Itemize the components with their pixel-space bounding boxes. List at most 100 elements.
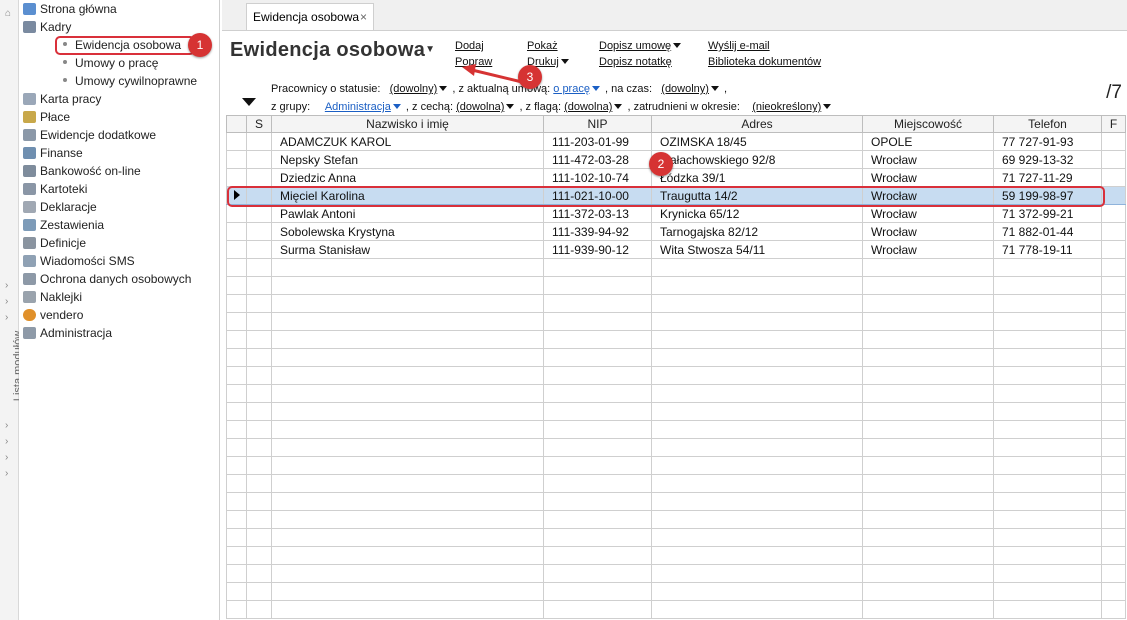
- cell-f[interactable]: [1101, 204, 1126, 223]
- cell-phone[interactable]: 77 727-91-93: [993, 132, 1102, 151]
- cell-nip[interactable]: 111-203-01-99: [543, 132, 652, 151]
- row-indicator[interactable]: [226, 150, 247, 169]
- sidebar-item-naklejki[interactable]: Naklejki: [19, 288, 82, 306]
- tab-ewidencja-osobowa[interactable]: Ewidencja osobowa ×: [246, 3, 374, 30]
- sidebar-item-strona-glowna[interactable]: Strona główna: [19, 0, 117, 18]
- sidebar-item-place[interactable]: Płace: [19, 108, 70, 126]
- cell-nip[interactable]: 111-472-03-28: [543, 150, 652, 169]
- sidebar-item-vendero[interactable]: vendero: [19, 306, 83, 324]
- cell-nip[interactable]: 111-339-94-92: [543, 222, 652, 241]
- cell-address[interactable]: OZIMSKA 18/45: [651, 132, 863, 151]
- table-row[interactable]: Nepsky Stefan 111-472-03-28 Małachowskiego…: [226, 150, 1126, 169]
- close-icon[interactable]: ×: [360, 4, 367, 31]
- sidebar-item-wiadomosci-sms[interactable]: Wiadomości SMS: [19, 252, 135, 270]
- cell-nip[interactable]: 111-939-90-12: [543, 240, 652, 259]
- cell-s[interactable]: [246, 168, 272, 187]
- collapse-icon[interactable]: ⌂: [5, 8, 11, 19]
- cell-name[interactable]: Dziedzic Anna: [271, 168, 544, 187]
- status-filter[interactable]: (dowolny): [390, 83, 438, 95]
- column-header-s[interactable]: S: [246, 115, 272, 133]
- cell-address[interactable]: Traugutta 14/2: [651, 186, 863, 205]
- toolbar-biblioteka-link[interactable]: Biblioteka dokumentów: [708, 56, 821, 68]
- dropdown-arrow-icon[interactable]: [439, 86, 448, 91]
- feature-filter[interactable]: (dowolna): [456, 101, 504, 113]
- sidebar-item-kartoteki[interactable]: Kartoteki: [19, 180, 87, 198]
- row-indicator[interactable]: [226, 186, 247, 205]
- module-list-strip[interactable]: ⌂ › › › Lista modułów › › › ›: [0, 0, 24, 620]
- row-indicator[interactable]: [226, 222, 247, 241]
- cell-s[interactable]: [246, 204, 272, 223]
- dropdown-arrow-icon[interactable]: [392, 104, 401, 109]
- cell-name[interactable]: Pawlak Antoni: [271, 204, 544, 223]
- toolbar-pokaz-link[interactable]: Pokaż: [527, 40, 558, 52]
- cell-name[interactable]: Sobolewska Krystyna: [271, 222, 544, 241]
- table-row[interactable]: Pawlak Antoni 111-372-03-13 Krynicka 65/12…: [226, 204, 1126, 223]
- table-row[interactable]: ADAMCZUK KAROL 111-203-01-99 OZIMSKA 18/45…: [226, 132, 1126, 151]
- cell-address[interactable]: Małachowskiego 92/8: [651, 150, 863, 169]
- cell-phone[interactable]: 59 199-98-97: [993, 186, 1102, 205]
- toolbar-dodaj-link[interactable]: Dodaj: [455, 40, 484, 52]
- cell-city[interactable]: Wrocław: [862, 186, 994, 205]
- column-header-f[interactable]: F: [1101, 115, 1126, 133]
- contract-filter[interactable]: o pracę: [553, 83, 590, 95]
- sidebar-item-definicje[interactable]: Definicje: [19, 234, 86, 252]
- employment-period-filter[interactable]: (nieokreślony): [752, 101, 821, 113]
- sidebar-item-kadry[interactable]: Kadry: [19, 18, 71, 36]
- cell-f[interactable]: [1101, 132, 1126, 151]
- sidebar-item-administracja[interactable]: Administracja: [19, 324, 112, 342]
- toolbar-dopisz-umowe-menu[interactable]: Dopisz umowę: [599, 40, 682, 52]
- cell-nip[interactable]: 111-021-10-00: [543, 186, 652, 205]
- cell-f[interactable]: [1101, 240, 1126, 259]
- cell-name[interactable]: Mięciel Karolina: [271, 186, 544, 205]
- dropdown-arrow-icon[interactable]: [614, 104, 623, 109]
- cell-nip[interactable]: 111-102-10-74: [543, 168, 652, 187]
- cell-city[interactable]: Wrocław: [862, 204, 994, 223]
- cell-nip[interactable]: 111-372-03-13: [543, 204, 652, 223]
- cell-f[interactable]: [1101, 222, 1126, 241]
- sidebar-subitem-umowy-o-prace[interactable]: Umowy o pracę: [63, 54, 158, 72]
- filter-toggle-icon[interactable]: [242, 98, 256, 106]
- sidebar-item-finanse[interactable]: Finanse: [19, 144, 83, 162]
- column-header-nazwisko[interactable]: Nazwisko i imię: [271, 115, 544, 133]
- cell-f[interactable]: [1101, 150, 1126, 169]
- cell-city[interactable]: Wrocław: [862, 222, 994, 241]
- cell-city[interactable]: Wrocław: [862, 240, 994, 259]
- table-row[interactable]: Dziedzic Anna 111-102-10-74 Łódzka 39/1 Wro…: [226, 168, 1126, 187]
- column-header-telefon[interactable]: Telefon: [993, 115, 1102, 133]
- table-row[interactable]: Sobolewska Krystyna 111-339-94-92 Tarnogaj…: [226, 222, 1126, 241]
- toolbar-dopisz-notatke-link[interactable]: Dopisz notatkę: [599, 56, 672, 68]
- cell-f[interactable]: [1101, 168, 1126, 187]
- column-header-nip[interactable]: NIP: [543, 115, 652, 133]
- dropdown-arrow-icon[interactable]: [506, 104, 515, 109]
- row-indicator[interactable]: [226, 204, 247, 223]
- sidebar-item-ochrona-danych[interactable]: Ochrona danych osobowych: [19, 270, 191, 288]
- sidebar-item-deklaracje[interactable]: Deklaracje: [19, 198, 97, 216]
- page-title[interactable]: Ewidencja osobowa▼: [230, 39, 435, 62]
- dropdown-arrow-icon[interactable]: [591, 86, 600, 91]
- cell-phone[interactable]: 71 778-19-11: [993, 240, 1102, 259]
- cell-name[interactable]: ADAMCZUK KAROL: [271, 132, 544, 151]
- cell-s[interactable]: [246, 150, 272, 169]
- sidebar-item-karta-pracy[interactable]: Karta pracy: [19, 90, 101, 108]
- dropdown-arrow-icon[interactable]: [710, 86, 719, 91]
- column-header-miejscowosc[interactable]: Miejscowość: [862, 115, 994, 133]
- cell-city[interactable]: Wrocław: [862, 150, 994, 169]
- cell-s[interactable]: [246, 222, 272, 241]
- sidebar-subitem-ewidencja-osobowa[interactable]: Ewidencja osobowa: [55, 36, 196, 55]
- row-indicator[interactable]: [226, 240, 247, 259]
- row-indicator[interactable]: [226, 132, 247, 151]
- column-header-adres[interactable]: Adres: [651, 115, 863, 133]
- period-filter[interactable]: (dowolny): [661, 83, 709, 95]
- cell-phone[interactable]: 71 727-11-29: [993, 168, 1102, 187]
- row-indicator[interactable]: [226, 168, 247, 187]
- cell-phone[interactable]: 71 882-01-44: [993, 222, 1102, 241]
- cell-city[interactable]: Wrocław: [862, 168, 994, 187]
- cell-s[interactable]: [246, 186, 272, 205]
- cell-phone[interactable]: 69 929-13-32: [993, 150, 1102, 169]
- dropdown-arrow-icon[interactable]: [823, 104, 832, 109]
- cell-name[interactable]: Nepsky Stefan: [271, 150, 544, 169]
- cell-name[interactable]: Surma Stanisław: [271, 240, 544, 259]
- sidebar-subitem-umowy-cywilnoprawne[interactable]: Umowy cywilnoprawne: [63, 72, 197, 90]
- cell-f[interactable]: [1101, 186, 1126, 205]
- group-filter[interactable]: Administracja: [325, 101, 391, 113]
